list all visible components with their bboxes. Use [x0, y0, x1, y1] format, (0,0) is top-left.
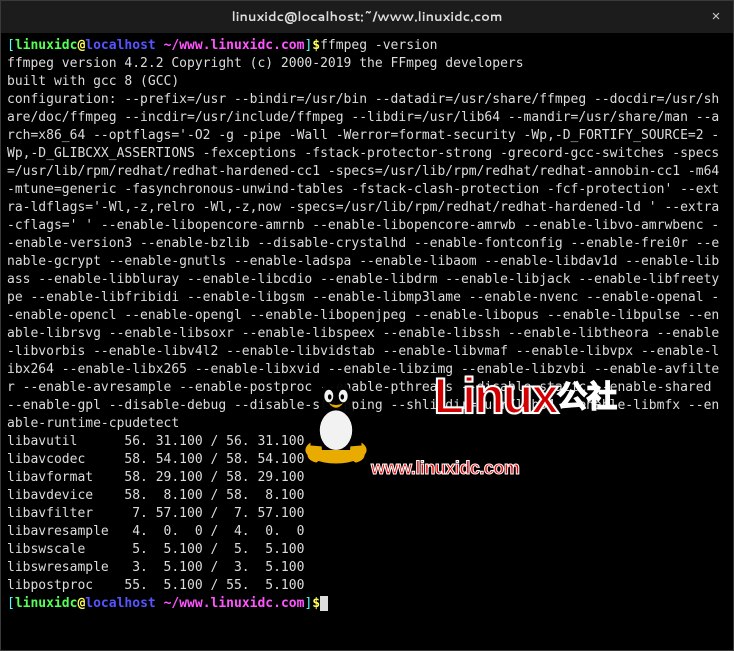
- prompt-dollar: $: [312, 596, 320, 611]
- prompt-dollar: $: [312, 38, 320, 53]
- window-title: linuxidc@localhost:~/www.linuxidc.com: [232, 8, 503, 26]
- titlebar[interactable]: linuxidc@localhost:~/www.linuxidc.com ×: [1, 1, 733, 33]
- prompt-path: ~/www.linuxidc.com: [164, 596, 305, 611]
- command-text: ffmpeg -version: [320, 38, 437, 53]
- terminal-window: linuxidc@localhost:~/www.linuxidc.com × …: [0, 0, 734, 651]
- prompt-sep: [156, 596, 164, 611]
- prompt-user: linuxidc: [15, 38, 78, 53]
- prompt-host: localhost: [85, 596, 155, 611]
- prompt-line: [linuxidc@localhost ~/www.linuxidc.com]$: [7, 596, 320, 611]
- prompt-host: localhost: [85, 38, 155, 53]
- command-output: ffmpeg version 4.2.2 Copyright (c) 2000-…: [7, 56, 727, 593]
- close-icon[interactable]: ×: [705, 6, 727, 28]
- watermark-corner: 黑区网络 www.heiqu.com: [567, 623, 719, 651]
- prompt-user: linuxidc: [15, 596, 78, 611]
- prompt-bracket: [: [7, 38, 15, 53]
- prompt-line: [linuxidc@localhost ~/www.linuxidc.com]$…: [7, 38, 438, 53]
- watermark-url: www.linuxidc.com: [371, 459, 617, 477]
- terminal-body[interactable]: [linuxidc@localhost ~/www.linuxidc.com]$…: [1, 33, 733, 651]
- watermark-center: Linux公社 www.linuxidc.com: [371, 333, 617, 513]
- prompt-bracket: [: [7, 596, 15, 611]
- prompt-sep: [156, 38, 164, 53]
- cursor-icon: [320, 596, 328, 611]
- prompt-path: ~/www.linuxidc.com: [164, 38, 305, 53]
